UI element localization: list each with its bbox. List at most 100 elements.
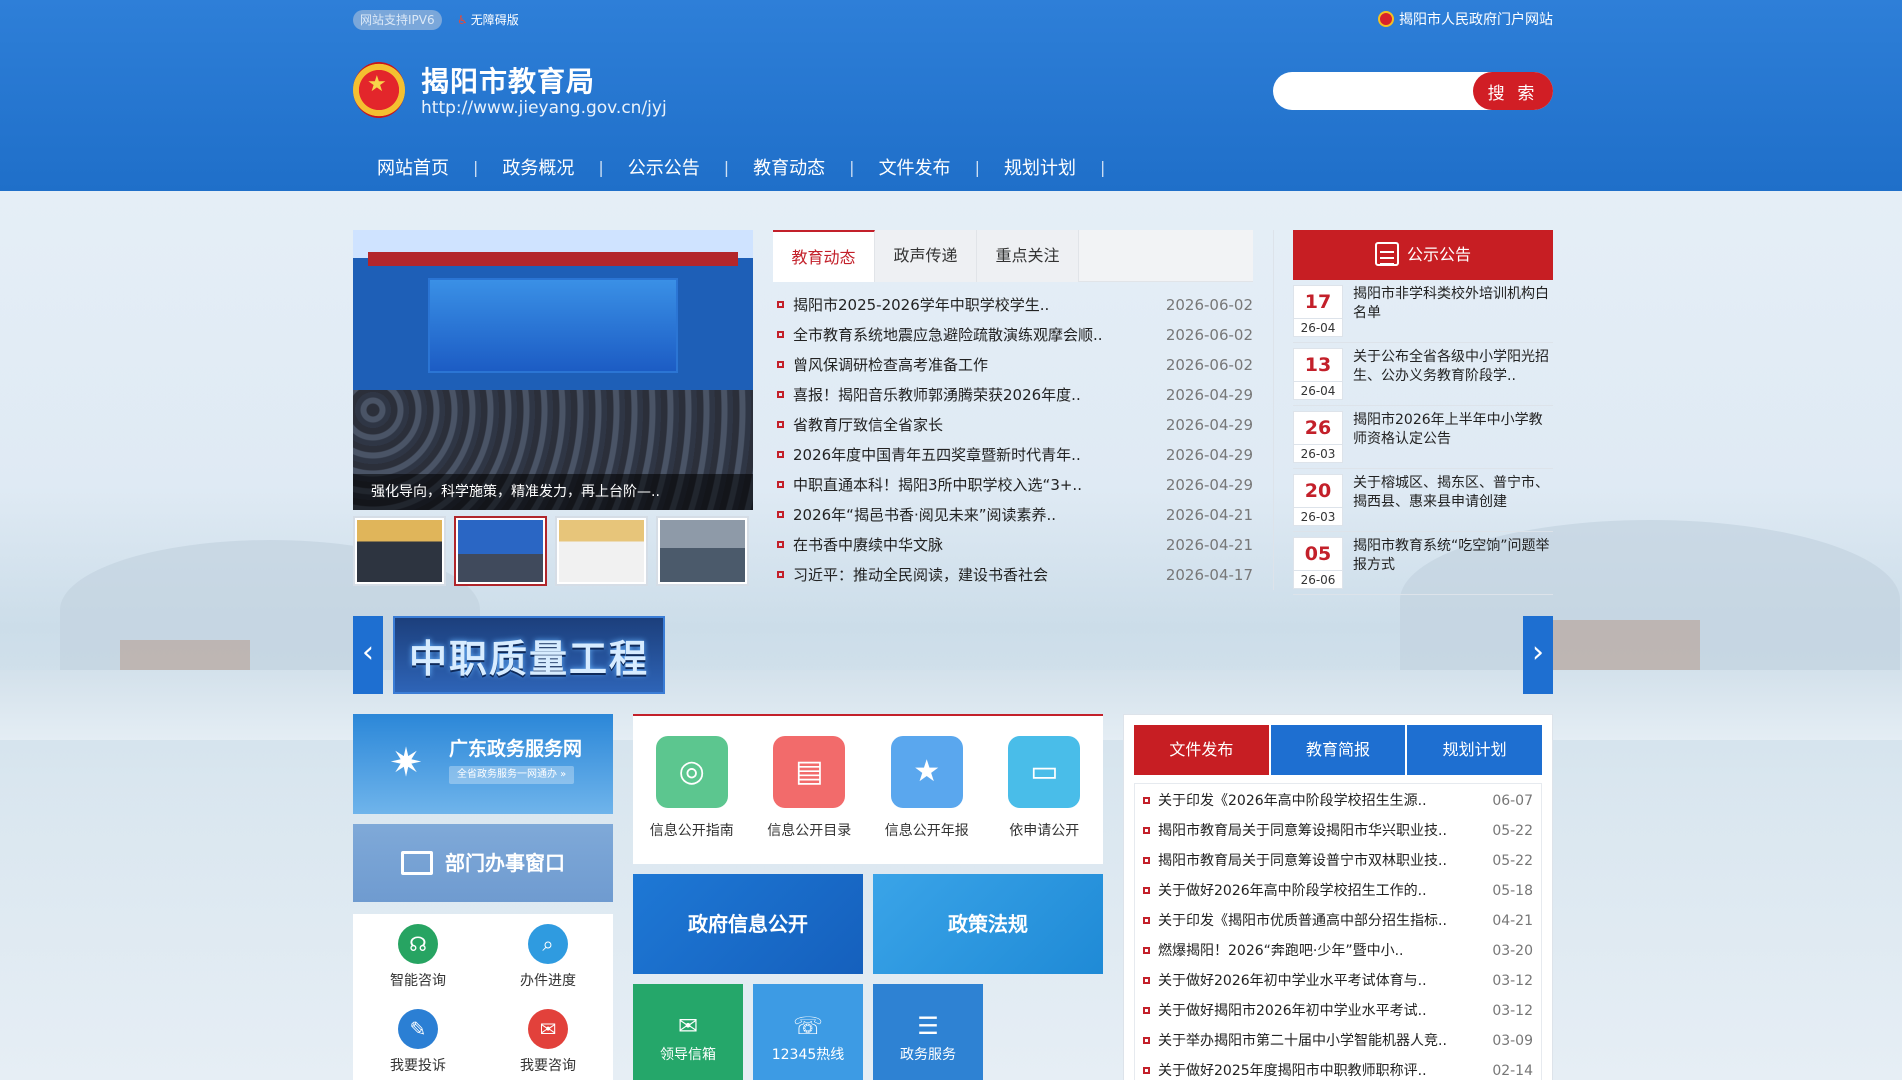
list-item[interactable]: 关于做好揭阳市2026年初中学业水平考试.. 03-12 [1143, 996, 1533, 1026]
news-title[interactable]: 2026年度中国青年五四奖章暨新时代青年.. [793, 440, 1155, 470]
doc-title[interactable]: 关于做好2025年度揭阳市中职教师职称评.. [1158, 1056, 1477, 1080]
info-apply-link[interactable]: ▭ 依申请公开 [989, 736, 1099, 864]
service-inquiry[interactable]: ✉ 我要咨询 [483, 999, 613, 1080]
notice-text[interactable]: 关于榕城区、揭东区、普宁市、揭西县、惠来县申请创建 [1353, 474, 1553, 526]
list-item[interactable]: 13 26-04 关于公布全省各级中小学阳光招生、公办义务教育阶段学.. [1293, 343, 1553, 406]
thumbnail-active[interactable] [454, 516, 547, 586]
tab-plans[interactable]: 规划计划 [1407, 725, 1543, 775]
banner-next-button[interactable]: › [1523, 616, 1553, 694]
news-title[interactable]: 喜报！揭阳音乐教师郭湧腾荣获2026年度.. [793, 380, 1155, 410]
photo-slider[interactable]: 强化导向，科学施策，精准发力，再上台阶—.. [353, 230, 753, 510]
list-item[interactable]: 26 26-03 揭阳市2026年上半年中小学教师资格认定公告 [1293, 406, 1553, 469]
doc-title[interactable]: 关于举办揭阳市第二十届中小学智能机器人竞.. [1158, 1026, 1477, 1056]
info-annual-report-link[interactable]: ★ 信息公开年报 [872, 736, 982, 864]
list-item[interactable]: 关于举办揭阳市第二十届中小学智能机器人竞.. 03-09 [1143, 1026, 1533, 1056]
nav-education-news[interactable]: 教育动态 [729, 154, 849, 180]
list-item[interactable]: 17 26-04 揭阳市非学科类校外培训机构白名单 [1293, 280, 1553, 343]
service-complaint[interactable]: ✎ 我要投诉 [353, 999, 483, 1080]
tab-education-brief[interactable]: 教育简报 [1270, 725, 1406, 775]
news-title[interactable]: 2026年“揭邑书香·阅见未来”阅读素养.. [793, 500, 1155, 530]
news-title[interactable]: 全市教育系统地震应急避险疏散演练观摩会顺.. [793, 320, 1155, 350]
list-item[interactable]: 揭阳市2025-2026学年中职学校学生.. 2026-06-02 [773, 290, 1253, 320]
doc-title[interactable]: 关于做好2026年高中阶段学校招生工作的.. [1158, 876, 1477, 906]
thumbnail-image [458, 520, 543, 582]
list-item[interactable]: 习近平：推动全民阅读，建设书香社会 2026-04-17 [773, 560, 1253, 590]
service-progress[interactable]: ⌕ 办件进度 [483, 914, 613, 999]
tab-education-news[interactable]: 教育动态 [773, 230, 875, 282]
doc-title[interactable]: 关于印发《揭阳市优质普通高中部分招生指标.. [1158, 906, 1477, 936]
nav-home[interactable]: 网站首页 [353, 154, 473, 180]
search-input[interactable] [1289, 78, 1459, 104]
gov-info-open-button[interactable]: 政府信息公开 [633, 874, 863, 974]
policy-regulations-button[interactable]: 政策法规 [873, 874, 1103, 974]
list-item[interactable]: 揭阳市教育局关于同意筹设普宁市双林职业技.. 05-22 [1143, 846, 1533, 876]
thumbnail[interactable] [353, 516, 446, 586]
service-label: 智能咨询 [390, 973, 446, 989]
news-title[interactable]: 省教育厅致信全省家长 [793, 410, 1155, 440]
list-item[interactable]: 关于做好2026年初中学业水平考试体育与.. 03-12 [1143, 966, 1533, 996]
leader-mailbox-button[interactable]: ✉ 领导信箱 [633, 984, 743, 1080]
gov-service-button[interactable]: ☰ 政务服务 [873, 984, 983, 1080]
doc-date: 02-14 [1492, 1063, 1533, 1079]
service-smart-consult[interactable]: ☊ 智能咨询 [353, 914, 483, 999]
date-year-month: 26-04 [1294, 381, 1342, 399]
list-item[interactable]: 中职直通本科！揭阳3所中职学校入选“3+.. 2026-04-29 [773, 470, 1253, 500]
doc-title[interactable]: 揭阳市教育局关于同意筹设普宁市双林职业技.. [1158, 846, 1477, 876]
notice-text[interactable]: 揭阳市2026年上半年中小学教师资格认定公告 [1353, 411, 1553, 463]
news-title[interactable]: 习近平：推动全民阅读，建设书香社会 [793, 560, 1155, 590]
list-item[interactable]: 2026年度中国青年五四奖章暨新时代青年.. 2026-04-29 [773, 440, 1253, 470]
hotline-button[interactable]: ☏ 12345热线 [753, 984, 863, 1080]
list-item[interactable]: 20 26-03 关于榕城区、揭东区、普宁市、揭西县、惠来县申请创建 [1293, 469, 1553, 532]
info-guide-link[interactable]: ◎ 信息公开指南 [637, 736, 747, 864]
thumbnail[interactable] [555, 516, 648, 586]
doc-title[interactable]: 关于做好揭阳市2026年初中学业水平考试.. [1158, 996, 1477, 1026]
bullet-icon [777, 511, 784, 518]
notice-text[interactable]: 揭阳市非学科类校外培训机构白名单 [1353, 285, 1553, 337]
list-item[interactable]: 05 26-06 揭阳市教育系统“吃空饷”问题举报方式 [1293, 532, 1553, 595]
pencil-icon: ✎ [398, 1009, 438, 1049]
list-item[interactable]: 省教育厅致信全省家长 2026-04-29 [773, 410, 1253, 440]
slide-caption[interactable]: 强化导向，科学施策，精准发力，再上台阶—.. [353, 474, 753, 510]
news-title[interactable]: 曾风保调研检查高考准备工作 [793, 350, 1155, 380]
notice-header[interactable]: 公示公告 [1293, 230, 1553, 280]
tab-documents[interactable]: 文件发布 [1134, 725, 1269, 775]
list-item[interactable]: 关于做好2026年高中阶段学校招生工作的.. 05-18 [1143, 876, 1533, 906]
doc-title[interactable]: 关于做好2026年初中学业水平考试体育与.. [1158, 966, 1477, 996]
nav-overview[interactable]: 政务概况 [478, 154, 598, 180]
list-item[interactable]: 燃爆揭阳！2026“奔跑吧·少年”暨中小.. 03-20 [1143, 936, 1533, 966]
banner-prev-button[interactable]: ‹ [353, 616, 383, 694]
thumbnail[interactable] [656, 516, 749, 586]
list-item[interactable]: 喜报！揭阳音乐教师郭湧腾荣获2026年度.. 2026-04-29 [773, 380, 1253, 410]
guangdong-gov-service-link[interactable]: ✷ 广东政务服务网 全省政务服务一网通办 » [353, 714, 613, 814]
doc-date: 05-18 [1492, 883, 1533, 899]
list-item[interactable]: 关于印发《揭阳市优质普通高中部分招生指标.. 04-21 [1143, 906, 1533, 936]
info-catalog-link[interactable]: ▤ 信息公开目录 [754, 736, 864, 864]
list-item[interactable]: 关于印发《2026年高中阶段学校招生生源.. 06-07 [1143, 786, 1533, 816]
notice-text[interactable]: 关于公布全省各级中小学阳光招生、公办义务教育阶段学.. [1353, 348, 1553, 400]
news-title[interactable]: 中职直通本科！揭阳3所中职学校入选“3+.. [793, 470, 1155, 500]
news-title[interactable]: 揭阳市2025-2026学年中职学校学生.. [793, 290, 1155, 320]
portal-link[interactable]: 揭阳市人民政府门户网站 [1378, 10, 1553, 30]
vocational-quality-banner[interactable]: 中职质量工程 [393, 616, 665, 694]
doc-title[interactable]: 揭阳市教育局关于同意筹设揭阳市华兴职业技.. [1158, 816, 1477, 846]
bullet-icon [777, 421, 784, 428]
department-window-link[interactable]: 部门办事窗口 [353, 824, 613, 902]
barrier-free-link[interactable]: ♿ 无障碍版 [457, 10, 519, 30]
doc-title[interactable]: 关于印发《2026年高中阶段学校招生生源.. [1158, 786, 1477, 816]
list-item[interactable]: 在书香中赓续中华文脉 2026-04-21 [773, 530, 1253, 560]
notice-text[interactable]: 揭阳市教育系统“吃空饷”问题举报方式 [1353, 537, 1553, 589]
list-item[interactable]: 曾风保调研检查高考准备工作 2026-06-02 [773, 350, 1253, 380]
bullet-icon [1143, 917, 1150, 924]
nav-plans[interactable]: 规划计划 [980, 154, 1100, 180]
list-item[interactable]: 关于做好2025年度揭阳市中职教师职称评.. 02-14 [1143, 1056, 1533, 1080]
nav-documents[interactable]: 文件发布 [855, 154, 975, 180]
search-button[interactable]: 搜 索 [1473, 72, 1553, 110]
list-item[interactable]: 2026年“揭邑书香·阅见未来”阅读素养.. 2026-04-21 [773, 500, 1253, 530]
news-title[interactable]: 在书香中赓续中华文脉 [793, 530, 1155, 560]
list-item[interactable]: 全市教育系统地震应急避险疏散演练观摩会顺.. 2026-06-02 [773, 320, 1253, 350]
tab-policy-voice[interactable]: 政声传递 [875, 230, 977, 282]
list-item[interactable]: 揭阳市教育局关于同意筹设揭阳市华兴职业技.. 05-22 [1143, 816, 1533, 846]
doc-title[interactable]: 燃爆揭阳！2026“奔跑吧·少年”暨中小.. [1158, 936, 1477, 966]
nav-notices[interactable]: 公示公告 [604, 154, 724, 180]
tab-key-focus[interactable]: 重点关注 [977, 230, 1079, 282]
